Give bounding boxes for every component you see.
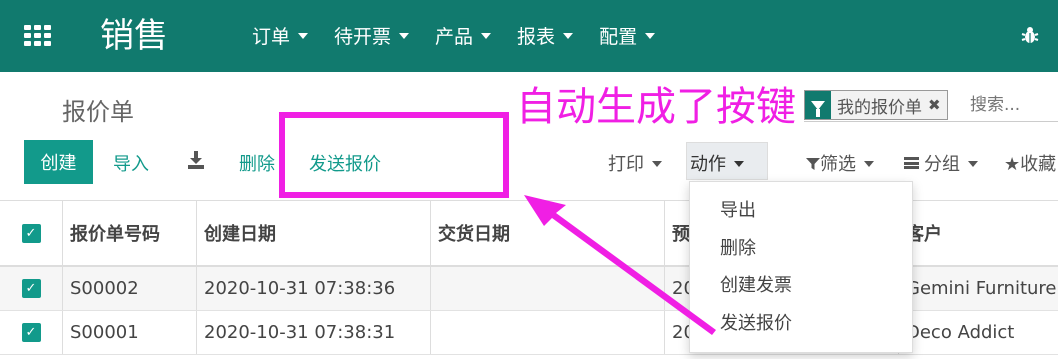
filter-label: 筛选 xyxy=(820,154,856,175)
caret-down-icon xyxy=(563,33,574,39)
caret-down-icon xyxy=(864,160,874,167)
action-menu-send-quote[interactable]: 发送报价 xyxy=(690,311,912,349)
select-all-cell: ✓ xyxy=(0,201,62,265)
favorites-label: 收藏 xyxy=(1020,154,1057,175)
action-label: 动作 xyxy=(690,154,726,175)
cell-delivery xyxy=(430,311,664,354)
app-brand[interactable]: 销售 xyxy=(100,16,168,56)
cell-customer: Gemini Furniture xyxy=(898,267,1058,310)
group-dropdown[interactable]: 分组 xyxy=(904,150,978,176)
action-menu-delete[interactable]: 删除 xyxy=(690,236,912,274)
cell-number: S00002 xyxy=(62,267,196,310)
row-select-cell: ✓ xyxy=(0,311,62,354)
action-menu: 导出 删除 创建发票 发送报价 xyxy=(689,181,913,353)
filter-dropdown[interactable]: 筛选 xyxy=(806,150,874,176)
menu-orders-label: 订单 xyxy=(252,26,291,48)
caret-down-icon xyxy=(734,160,744,167)
main-menu: 订单 待开票 产品 报表 配置 xyxy=(252,24,681,50)
row-select-cell: ✓ xyxy=(0,267,62,310)
annotation-text: 自动生成了按键 xyxy=(516,84,796,130)
menu-configuration[interactable]: 配置 xyxy=(599,24,656,50)
caret-down-icon xyxy=(481,33,492,39)
menu-configuration-label: 配置 xyxy=(599,26,638,48)
apps-grid-icon[interactable] xyxy=(24,25,51,46)
delete-button[interactable]: 删除 xyxy=(239,150,275,176)
menu-to-invoice[interactable]: 待开票 xyxy=(334,24,410,50)
group-label: 分组 xyxy=(924,154,960,175)
action-menu-create-invoice[interactable]: 创建发票 xyxy=(690,273,912,311)
column-header[interactable]: 创建日期 xyxy=(196,201,430,265)
select-all-checkbox[interactable]: ✓ xyxy=(21,223,41,243)
download-icon[interactable] xyxy=(187,150,205,170)
funnel-icon xyxy=(806,157,820,170)
cell-created: 2020-10-31 07:38:36 xyxy=(196,267,430,310)
column-header[interactable]: 报价单号码 xyxy=(62,201,196,265)
top-navbar: 销售 订单 待开票 产品 报表 配置 xyxy=(0,0,1058,72)
action-dropdown[interactable]: 动作 xyxy=(686,142,768,180)
search-facet-label: 我的报价单 xyxy=(837,97,922,118)
search-bar: 我的报价单 ✖ xyxy=(804,88,1058,122)
row-checkbox[interactable]: ✓ xyxy=(21,279,41,298)
cell-created: 2020-10-31 07:38:31 xyxy=(196,311,430,354)
row-checkbox[interactable]: ✓ xyxy=(21,323,41,342)
action-menu-export[interactable]: 导出 xyxy=(690,198,912,236)
caret-down-icon xyxy=(399,33,410,39)
page-title: 报价单 xyxy=(62,98,134,126)
column-header[interactable]: 交货日期 xyxy=(430,201,664,265)
list-icon xyxy=(904,157,919,169)
print-label: 打印 xyxy=(608,154,644,175)
column-header[interactable]: 客户 xyxy=(898,201,1058,265)
annotation-highlight-box xyxy=(279,112,509,198)
import-button[interactable]: 导入 xyxy=(113,150,149,176)
caret-down-icon xyxy=(652,160,662,167)
favorites-dropdown[interactable]: ★收藏 xyxy=(1004,150,1056,176)
search-input[interactable] xyxy=(970,92,1058,118)
cell-number: S00001 xyxy=(62,311,196,354)
search-facet[interactable]: 我的报价单 ✖ xyxy=(804,90,948,120)
bug-icon[interactable] xyxy=(1021,25,1039,50)
menu-to-invoice-label: 待开票 xyxy=(334,26,392,48)
print-dropdown[interactable]: 打印 xyxy=(608,150,662,176)
star-icon: ★ xyxy=(1004,154,1021,175)
caret-down-icon xyxy=(968,160,978,167)
menu-reports-label: 报表 xyxy=(517,26,556,48)
caret-down-icon xyxy=(645,33,656,39)
funnel-icon xyxy=(805,91,831,119)
menu-products[interactable]: 产品 xyxy=(435,24,492,50)
cell-delivery xyxy=(430,267,664,310)
menu-orders[interactable]: 订单 xyxy=(252,24,309,50)
cell-customer: Deco Addict xyxy=(898,311,1058,354)
menu-reports[interactable]: 报表 xyxy=(517,24,574,50)
create-button[interactable]: 创建 xyxy=(24,140,93,184)
caret-down-icon xyxy=(298,33,309,39)
menu-products-label: 产品 xyxy=(435,26,474,48)
close-icon[interactable]: ✖ xyxy=(928,96,947,114)
